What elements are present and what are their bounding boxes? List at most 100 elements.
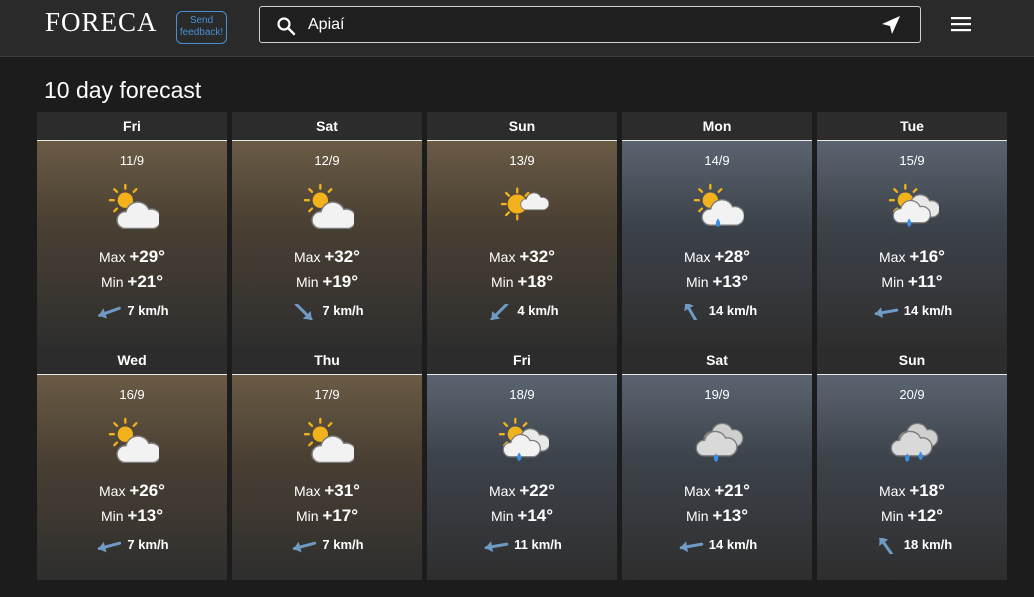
wind-speed: 14 km/h xyxy=(708,537,758,552)
max-temp: Max +21° xyxy=(622,481,812,501)
min-temp-value: +13° xyxy=(127,506,164,525)
min-temp-value: +14° xyxy=(517,506,554,525)
location-search-box xyxy=(259,6,921,43)
max-temp: Max +22° xyxy=(427,481,617,501)
forecast-day-card[interactable]: Tue 15/9 Max +16° Min +11° 14 km/h xyxy=(817,112,1007,346)
day-name: Fri xyxy=(123,118,141,134)
forecast-day-card[interactable]: Mon 14/9 Max +28° Min +13° 14 km/h xyxy=(622,112,812,346)
search-icon[interactable] xyxy=(276,16,296,36)
date: 18/9 xyxy=(509,387,535,402)
wind: 7 km/h xyxy=(232,537,422,554)
wind: 7 km/h xyxy=(37,537,227,554)
min-label: Min xyxy=(490,274,514,290)
wind-direction-arrow-icon xyxy=(684,303,698,320)
locate-me-icon[interactable] xyxy=(881,15,901,35)
day-body: 13/9 Max +32° Min +18° 4 km/h xyxy=(427,140,617,346)
max-label: Max xyxy=(489,483,516,499)
max-label: Max xyxy=(294,249,321,265)
day-name: Wed xyxy=(117,352,147,368)
day-name: Sat xyxy=(706,352,728,368)
cloud-rain-icon xyxy=(695,422,744,463)
wind: 18 km/h xyxy=(817,537,1007,554)
wind-speed: 7 km/h xyxy=(322,303,364,318)
forecast-day-card[interactable]: Sat 19/9 Max +21° Min +13° 14 km/h xyxy=(622,346,812,580)
min-temp: Min +13° xyxy=(37,506,227,526)
date: 15/9 xyxy=(899,153,925,168)
day-name: Sun xyxy=(898,352,926,368)
min-label: Min xyxy=(685,274,709,290)
forecast-day-card[interactable]: Wed 16/9 Max +26° Min +13° 7 km/h xyxy=(37,346,227,580)
max-temp: Max +28° xyxy=(622,247,812,267)
sun-clouds-rain-icon xyxy=(498,417,549,462)
max-temp: Max +32° xyxy=(232,247,422,267)
max-label: Max xyxy=(879,483,906,499)
feedback-label-line1: Send xyxy=(189,15,214,26)
max-temp: Max +18° xyxy=(817,481,1007,501)
min-temp: Min +14° xyxy=(427,506,617,526)
day-body: 16/9 Max +26° Min +13° 7 km/h xyxy=(37,374,227,580)
max-temp-value: +28° xyxy=(714,247,750,266)
day-body: 20/9 Max +18° Min +12° 18 km/h xyxy=(817,374,1007,580)
day-name: Thu xyxy=(314,352,340,368)
min-temp-value: +21° xyxy=(127,272,164,291)
max-temp-value: +29° xyxy=(129,247,165,266)
day-body: 18/9 Max +22° Min +14° 11 km/h xyxy=(427,374,617,580)
max-label: Max xyxy=(294,483,321,499)
wind: 14 km/h xyxy=(817,303,1007,320)
wind: 14 km/h xyxy=(622,303,812,320)
foreca-logo[interactable]: FORECA xyxy=(45,7,158,37)
wind-speed: 18 km/h xyxy=(903,537,953,552)
forecast-day-card[interactable]: Sat 12/9 Max +32° Min +19° 7 km/h xyxy=(232,112,422,346)
max-label: Max xyxy=(99,249,126,265)
wind-direction-arrow-icon xyxy=(98,306,122,319)
max-temp: Max +16° xyxy=(817,247,1007,267)
site-header: FORECA Send feedback! xyxy=(0,0,1034,57)
wind-direction-arrow-icon xyxy=(484,540,509,552)
wind: 4 km/h xyxy=(427,303,617,320)
max-temp: Max +29° xyxy=(37,247,227,267)
max-temp-value: +22° xyxy=(519,481,555,500)
wind-direction-arrow-icon xyxy=(295,303,313,320)
min-label: Min xyxy=(881,274,904,290)
forecast-day-card[interactable]: Fri 18/9 Max +22° Min +14° 11 km/h xyxy=(427,346,617,580)
wind: 14 km/h xyxy=(622,537,812,554)
wind-direction-arrow-icon xyxy=(490,303,509,320)
max-temp-value: +32° xyxy=(519,247,555,266)
min-label: Min xyxy=(685,508,709,524)
min-temp: Min +12° xyxy=(817,506,1007,526)
min-temp: Min +11° xyxy=(817,272,1007,292)
day-name: Mon xyxy=(702,118,732,134)
day-name: Tue xyxy=(900,118,924,134)
wind-speed: 14 km/h xyxy=(903,303,953,318)
max-temp: Max +31° xyxy=(232,481,422,501)
day-body: 15/9 Max +16° Min +11° 14 km/h xyxy=(817,140,1007,346)
forecast-day-card[interactable]: Sun 20/9 Max +18° Min +12° 18 km/h xyxy=(817,346,1007,580)
location-search-input[interactable] xyxy=(308,7,868,42)
day-name: Sun xyxy=(508,118,536,134)
max-label: Max xyxy=(684,483,711,499)
forecast-row: Fri 11/9 Max +29° Min +21° 7 km/h Sat 12/9 Max … xyxy=(37,112,1009,346)
max-temp-value: +31° xyxy=(324,481,360,500)
max-label: Max xyxy=(879,249,906,265)
forecast-day-card[interactable]: Thu 17/9 Max +31° Min +17° 7 km/h xyxy=(232,346,422,580)
cloud-rain-heavy-icon xyxy=(890,422,939,463)
date: 11/9 xyxy=(119,153,145,168)
forecast-day-card[interactable]: Fri 11/9 Max +29° Min +21° 7 km/h xyxy=(37,112,227,346)
min-label: Min xyxy=(100,274,124,290)
wind-direction-arrow-icon xyxy=(293,541,317,552)
partly-cloudy-icon xyxy=(108,183,159,229)
wind: 7 km/h xyxy=(37,303,227,320)
max-label: Max xyxy=(99,483,126,499)
hamburger-menu-icon[interactable] xyxy=(951,16,971,32)
wind-direction-arrow-icon xyxy=(98,541,122,552)
send-feedback-button[interactable]: Send feedback! xyxy=(176,11,227,44)
forecast-day-card[interactable]: Sun 13/9 Max +32° Min +18° 4 km/h xyxy=(427,112,617,346)
min-temp: Min +17° xyxy=(232,506,422,526)
max-temp: Max +32° xyxy=(427,247,617,267)
date: 16/9 xyxy=(119,387,145,402)
mostly-sunny-icon xyxy=(500,187,549,221)
max-temp-value: +16° xyxy=(909,247,945,266)
date: 20/9 xyxy=(899,387,925,402)
wind-speed: 4 km/h xyxy=(517,303,559,318)
wind-speed: 11 km/h xyxy=(514,537,562,552)
